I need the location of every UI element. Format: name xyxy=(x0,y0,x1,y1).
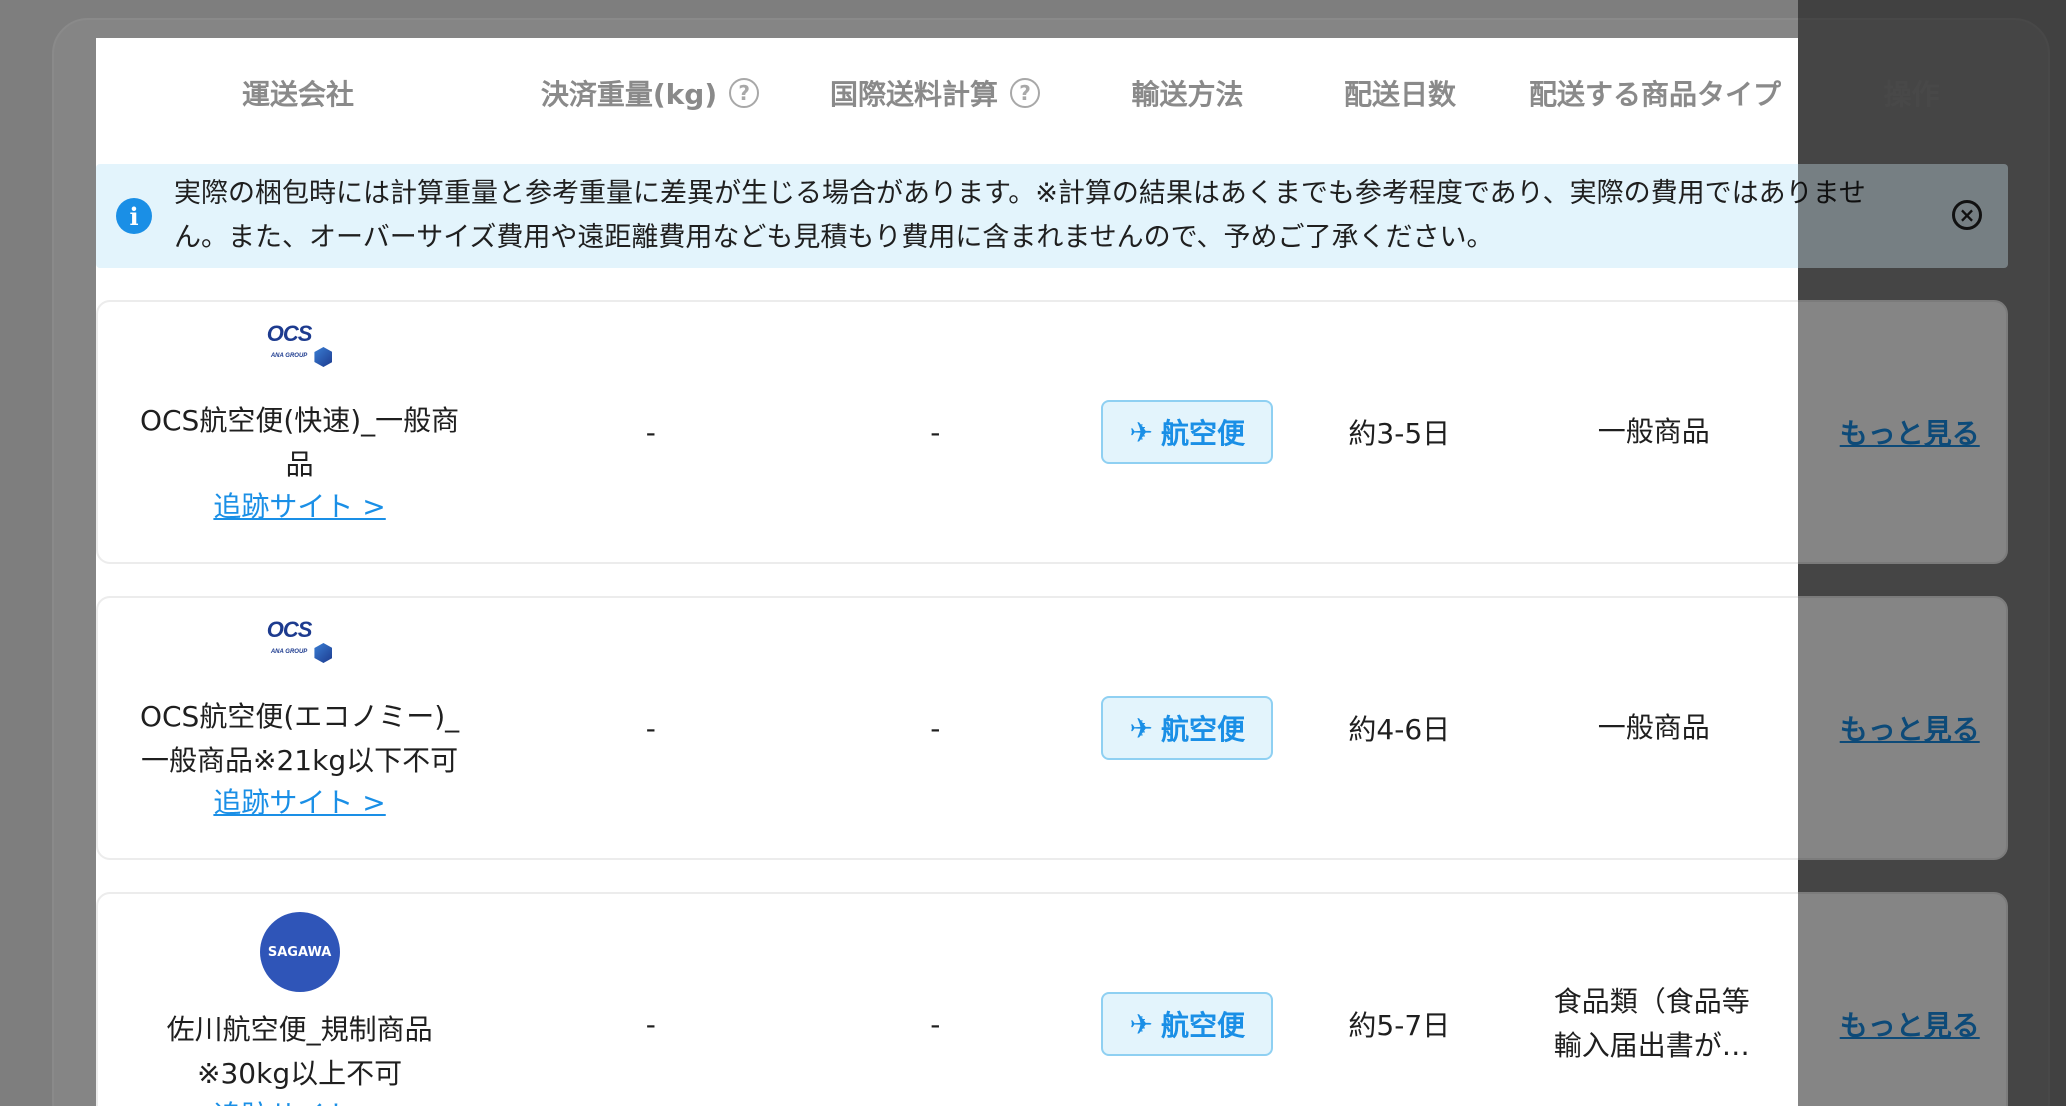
carrier-cell: SAGAWA 佐川航空便_規制商品※30kg以上不可 追跡サイト > xyxy=(98,912,501,1106)
fee-value: - xyxy=(930,1007,941,1041)
table-row: OCS ANA GROUP OCS航空便(エコノミー)_一般商品※21kg以下不可… xyxy=(96,596,2008,860)
tracking-site-link[interactable]: 追跡サイト > xyxy=(213,783,385,823)
method-badge: ✈ 航空便 xyxy=(1101,400,1274,464)
carrier-cell: OCS ANA GROUP OCS航空便(エコノミー)_一般商品※21kg以下不可… xyxy=(98,619,501,823)
column-intl-fee: 国際送料計算 xyxy=(829,78,998,111)
fee-value: - xyxy=(930,415,941,449)
delivery-days: 約4-6日 xyxy=(1348,713,1451,746)
ocs-logo: OCS ANA GROUP xyxy=(267,619,333,663)
fee-value: - xyxy=(930,711,941,745)
table-row: OCS ANA GROUP OCS航空便(快速)_一般商品 追跡サイト > - -… xyxy=(96,300,2008,564)
airplane-icon: ✈ xyxy=(1129,1007,1153,1041)
column-method: 輸送方法 xyxy=(1131,78,1244,111)
column-carrier: 運送会社 xyxy=(241,78,354,111)
cube-icon xyxy=(314,643,333,663)
weight-value: - xyxy=(645,711,656,745)
help-icon[interactable]: ? xyxy=(1010,78,1040,108)
carrier-name: 佐川航空便_規制商品※30kg以上不可 xyxy=(166,1013,433,1090)
table-row: SAGAWA 佐川航空便_規制商品※30kg以上不可 追跡サイト > - - ✈… xyxy=(96,892,2008,1106)
alert-text: 実際の梱包時には計算重量と参考重量に差異が生じる場合があります。※計算の結果はあ… xyxy=(174,178,1866,253)
info-icon: i xyxy=(116,198,152,234)
carrier-name: OCS航空便(快速)_一般商品 xyxy=(139,404,460,481)
column-weight: 決済重量(kg) xyxy=(540,78,718,111)
tracking-site-link[interactable]: 追跡サイト > xyxy=(213,1096,385,1106)
info-alert: i 実際の梱包時には計算重量と参考重量に差異が生じる場合があります。※計算の結果… xyxy=(96,164,2008,268)
weight-value: - xyxy=(645,415,656,449)
column-action: 操作 xyxy=(1883,78,1940,111)
close-icon[interactable]: × xyxy=(1952,200,1982,230)
carrier-name: OCS航空便(エコノミー)_一般商品※21kg以下不可 xyxy=(139,700,460,777)
see-more-link[interactable]: もっと見る xyxy=(1840,708,1980,748)
column-product-type: 配送する商品タイプ xyxy=(1528,78,1781,111)
see-more-link[interactable]: もっと見る xyxy=(1840,412,1980,452)
airplane-icon: ✈ xyxy=(1129,415,1153,449)
column-days: 配送日数 xyxy=(1343,78,1456,111)
product-type: 食品類（食品等輸入届出書が… xyxy=(1553,985,1750,1062)
shipping-table-viewport: 運送会社 決済重量(kg) ? 国際送料計算 ? 輸送方法 配送日数 配送する商… xyxy=(96,0,2066,1106)
carrier-cell: OCS ANA GROUP OCS航空便(快速)_一般商品 追跡サイト > xyxy=(98,323,501,527)
table-header: 運送会社 決済重量(kg) ? 国際送料計算 ? 輸送方法 配送日数 配送する商… xyxy=(96,38,2008,148)
method-badge: ✈ 航空便 xyxy=(1101,992,1274,1056)
ocs-logo: OCS ANA GROUP xyxy=(267,323,333,367)
weight-value: - xyxy=(645,1007,656,1041)
delivery-days: 約3-5日 xyxy=(1348,417,1451,450)
product-type: 一般商品 xyxy=(1597,415,1710,448)
sagawa-logo: SAGAWA xyxy=(259,912,340,992)
cube-icon xyxy=(314,347,333,367)
shipping-table: 運送会社 決済重量(kg) ? 国際送料計算 ? 輸送方法 配送日数 配送する商… xyxy=(96,38,2008,1106)
help-icon[interactable]: ? xyxy=(729,78,760,108)
product-type: 一般商品 xyxy=(1597,711,1710,744)
see-more-link[interactable]: もっと見る xyxy=(1840,1004,1980,1044)
airplane-icon: ✈ xyxy=(1129,711,1153,745)
tracking-site-link[interactable]: 追跡サイト > xyxy=(213,487,385,527)
method-badge: ✈ 航空便 xyxy=(1101,696,1274,760)
delivery-days: 約5-7日 xyxy=(1348,1009,1451,1042)
